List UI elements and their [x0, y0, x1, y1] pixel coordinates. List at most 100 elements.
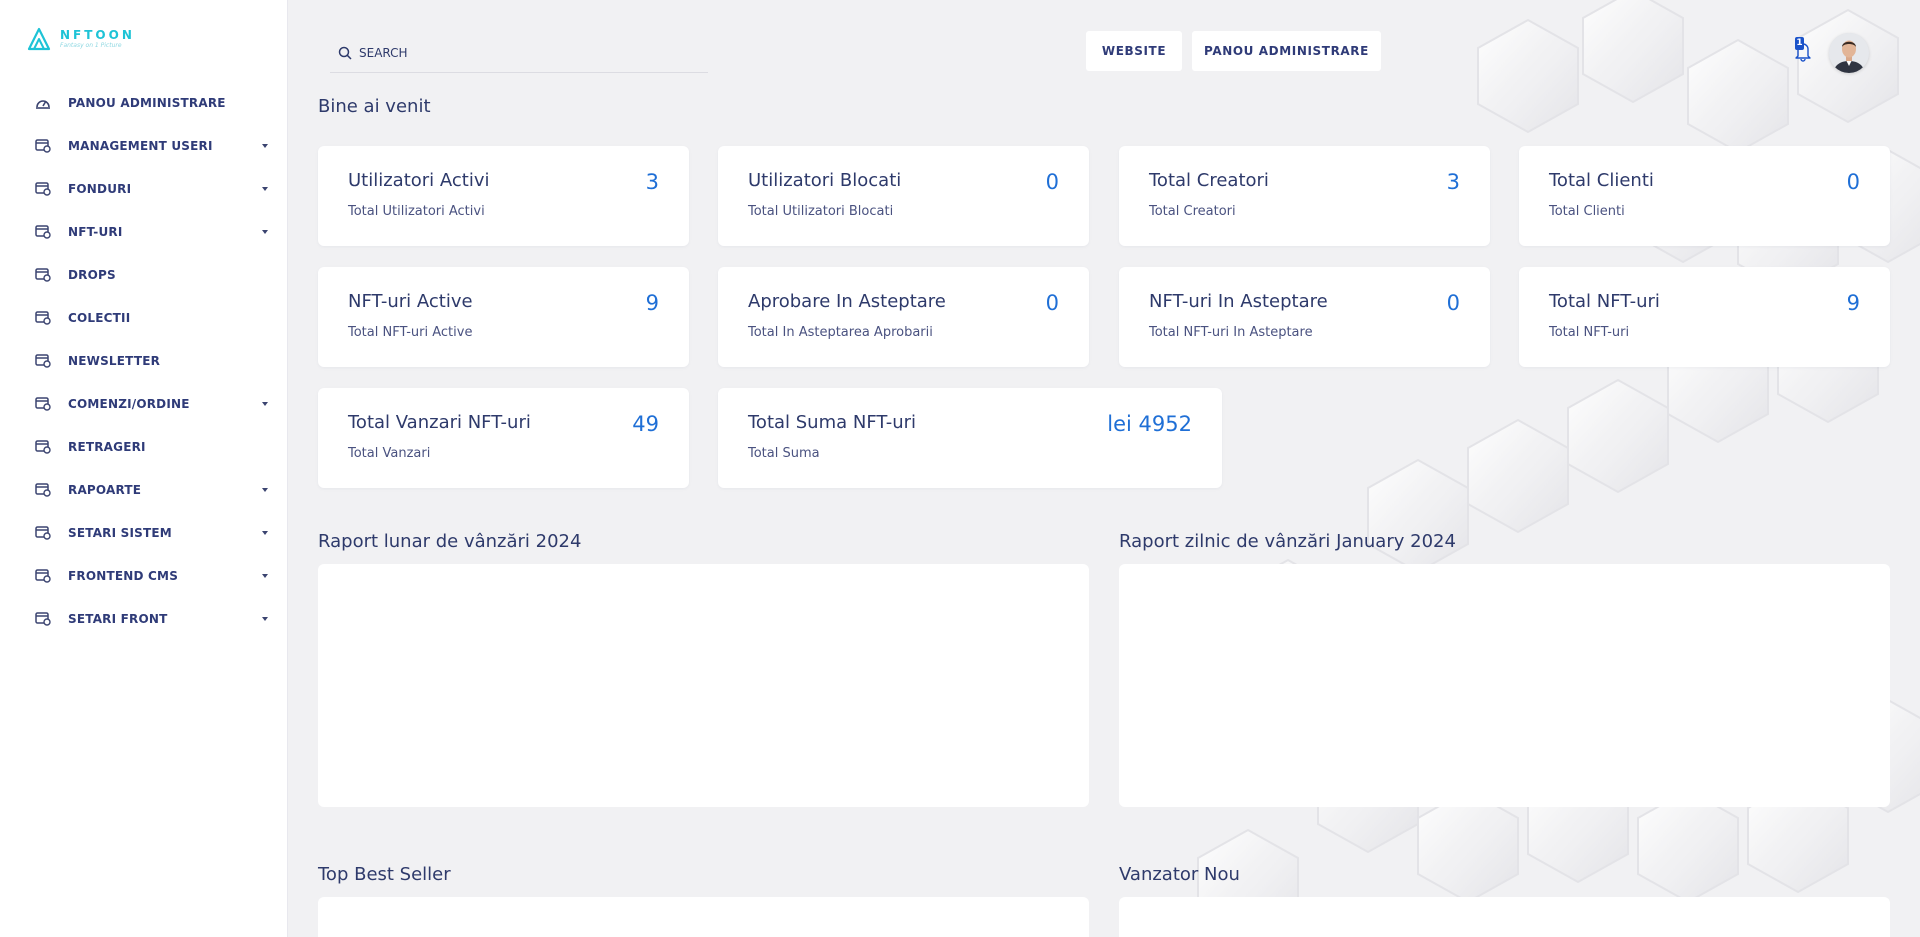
- sidebar-item-drops[interactable]: DROPS: [0, 253, 288, 296]
- module-icon: [35, 181, 51, 196]
- card-title: Total Clienti: [1549, 170, 1654, 191]
- sidebar-item-label: FRONTEND CMS: [68, 568, 179, 583]
- module-icon: [35, 525, 51, 540]
- stat-card-utilizatori-activi[interactable]: Utilizatori Activi Total Utilizatori Act…: [318, 146, 689, 246]
- chevron-down-icon: [262, 229, 268, 234]
- sidebar-item-label: RAPOARTE: [68, 482, 142, 497]
- sidebar-item-setari-sistem[interactable]: SETARI SISTEM: [0, 511, 288, 554]
- card-title: Total Vanzari NFT-uri: [348, 412, 531, 433]
- website-button[interactable]: WEBSITE: [1086, 31, 1182, 71]
- card-subtitle: Total In Asteptarea Aprobarii: [748, 325, 933, 340]
- chevron-down-icon: [262, 616, 268, 621]
- chevron-down-icon: [262, 487, 268, 492]
- sidebar-item-label: MANAGEMENT USERI: [68, 138, 213, 153]
- sidebar-item-rapoarte[interactable]: RAPOARTE: [0, 468, 288, 511]
- search-icon: [338, 46, 352, 60]
- card-subtitle: Total Utilizatori Activi: [348, 204, 485, 219]
- sidebar-item-comenzi-ordine[interactable]: COMENZI/ORDINE: [0, 382, 288, 425]
- brand-logo[interactable]: NFTOON Fantasy on 1 Picture: [26, 26, 135, 52]
- sidebar-item-colectii[interactable]: COLECTII: [0, 296, 288, 339]
- nftoon-logo-icon: [27, 27, 51, 51]
- module-icon: [35, 611, 51, 626]
- sidebar-item-frontend-cms[interactable]: FRONTEND CMS: [0, 554, 288, 597]
- dashboard-icon: [35, 96, 51, 110]
- top-best-seller-panel: [318, 897, 1089, 937]
- module-icon: [35, 482, 51, 497]
- chevron-down-icon: [262, 573, 268, 578]
- chevron-down-icon: [262, 186, 268, 191]
- sidebar-item-label: PANOU ADMINISTRARE: [68, 95, 226, 110]
- admin-panel-button[interactable]: PANOU ADMINISTRARE: [1192, 31, 1381, 71]
- card-subtitle: Total NFT-uri Active: [348, 325, 473, 340]
- card-title: Utilizatori Activi: [348, 170, 490, 191]
- card-value: 9: [1846, 291, 1860, 315]
- sidebar-item-label: NFT-URI: [68, 224, 123, 239]
- page-title: Bine ai venit: [318, 96, 431, 117]
- card-subtitle: Total NFT-uri: [1549, 325, 1630, 340]
- sidebar-item-label: SETARI SISTEM: [68, 525, 172, 540]
- card-title: Total Suma NFT-uri: [748, 412, 917, 433]
- daily-sales-chart-panel: [1119, 564, 1890, 807]
- notification-badge: 1: [1795, 37, 1804, 50]
- module-icon: [35, 396, 51, 411]
- card-subtitle: Total Utilizatori Blocati: [748, 204, 894, 219]
- chevron-down-icon: [262, 401, 268, 406]
- sidebar-item-label: NEWSLETTER: [68, 353, 161, 368]
- card-title: Utilizatori Blocati: [748, 170, 902, 191]
- daily-report-title: Raport zilnic de vânzări January 2024: [1119, 531, 1456, 552]
- sidebar-item-setari-front[interactable]: SETARI FRONT: [0, 597, 288, 640]
- chevron-down-icon: [262, 143, 268, 148]
- card-value: 0: [1045, 170, 1059, 194]
- card-value: 0: [1446, 291, 1460, 315]
- sidebar-item-label: COLECTII: [68, 310, 131, 325]
- card-title: NFT-uri Active: [348, 291, 473, 312]
- card-value: 0: [1846, 170, 1860, 194]
- chevron-down-icon: [262, 530, 268, 535]
- stat-card-nft-uri-active[interactable]: NFT-uri Active Total NFT-uri Active 9: [318, 267, 689, 367]
- stat-card-total-nft-uri[interactable]: Total NFT-uri Total NFT-uri 9: [1519, 267, 1890, 367]
- stat-card-nft-uri-in-asteptare[interactable]: NFT-uri In Asteptare Total NFT-uri In As…: [1119, 267, 1490, 367]
- stat-card-utilizatori-blocati[interactable]: Utilizatori Blocati Total Utilizatori Bl…: [718, 146, 1089, 246]
- sidebar-item-panou-administrare[interactable]: PANOU ADMINISTRARE: [0, 81, 288, 124]
- sidebar-nav: PANOU ADMINISTRARE MANAGEMENT USERI FOND…: [0, 81, 288, 640]
- card-subtitle: Total Suma: [748, 446, 820, 461]
- sidebar-item-newsletter[interactable]: NEWSLETTER: [0, 339, 288, 382]
- brand-name: NFTOON: [60, 28, 135, 42]
- module-icon: [35, 568, 51, 583]
- card-value: 3: [645, 170, 659, 194]
- card-title: Total Creatori: [1149, 170, 1269, 191]
- stat-card-total-clienti[interactable]: Total Clienti Total Clienti 0: [1519, 146, 1890, 246]
- stat-card-total-vanzari-nft-uri[interactable]: Total Vanzari NFT-uri Total Vanzari 49: [318, 388, 689, 488]
- module-icon: [35, 267, 51, 282]
- sidebar-item-label: RETRAGERI: [68, 439, 146, 454]
- card-title: NFT-uri In Asteptare: [1149, 291, 1328, 312]
- card-value: 0: [1045, 291, 1059, 315]
- card-subtitle: Total Clienti: [1549, 204, 1625, 219]
- stat-card-total-suma-nft-uri[interactable]: Total Suma NFT-uri Total Suma lei 4952: [718, 388, 1222, 488]
- sidebar-item-management-useri[interactable]: MANAGEMENT USERI: [0, 124, 288, 167]
- monthly-sales-chart-panel: [318, 564, 1089, 807]
- card-value: 3: [1446, 170, 1460, 194]
- card-value: 49: [632, 412, 659, 436]
- card-title: Total NFT-uri: [1549, 291, 1660, 312]
- sidebar-item-label: SETARI FRONT: [68, 611, 168, 626]
- search-input[interactable]: [359, 45, 689, 60]
- stat-card-aprobare-in-asteptare[interactable]: Aprobare In Asteptare Total In Asteptare…: [718, 267, 1089, 367]
- card-value: 9: [645, 291, 659, 315]
- sidebar-item-fonduri[interactable]: FONDURI: [0, 167, 288, 210]
- new-seller-title: Vanzator Nou: [1119, 864, 1240, 885]
- sidebar-item-retrageri[interactable]: RETRAGERI: [0, 425, 288, 468]
- new-seller-panel: [1119, 897, 1890, 937]
- sidebar-item-nft-uri[interactable]: NFT-URI: [0, 210, 288, 253]
- card-subtitle: Total Vanzari: [348, 446, 431, 461]
- sidebar-item-label: DROPS: [68, 267, 116, 282]
- module-icon: [35, 138, 51, 153]
- module-icon: [35, 310, 51, 325]
- monthly-report-title: Raport lunar de vânzări 2024: [318, 531, 582, 552]
- card-title: Aprobare In Asteptare: [748, 291, 946, 312]
- avatar[interactable]: [1829, 33, 1869, 73]
- module-icon: [35, 439, 51, 454]
- search-bar: [330, 33, 708, 73]
- stat-card-total-creatori[interactable]: Total Creatori Total Creatori 3: [1119, 146, 1490, 246]
- module-icon: [35, 224, 51, 239]
